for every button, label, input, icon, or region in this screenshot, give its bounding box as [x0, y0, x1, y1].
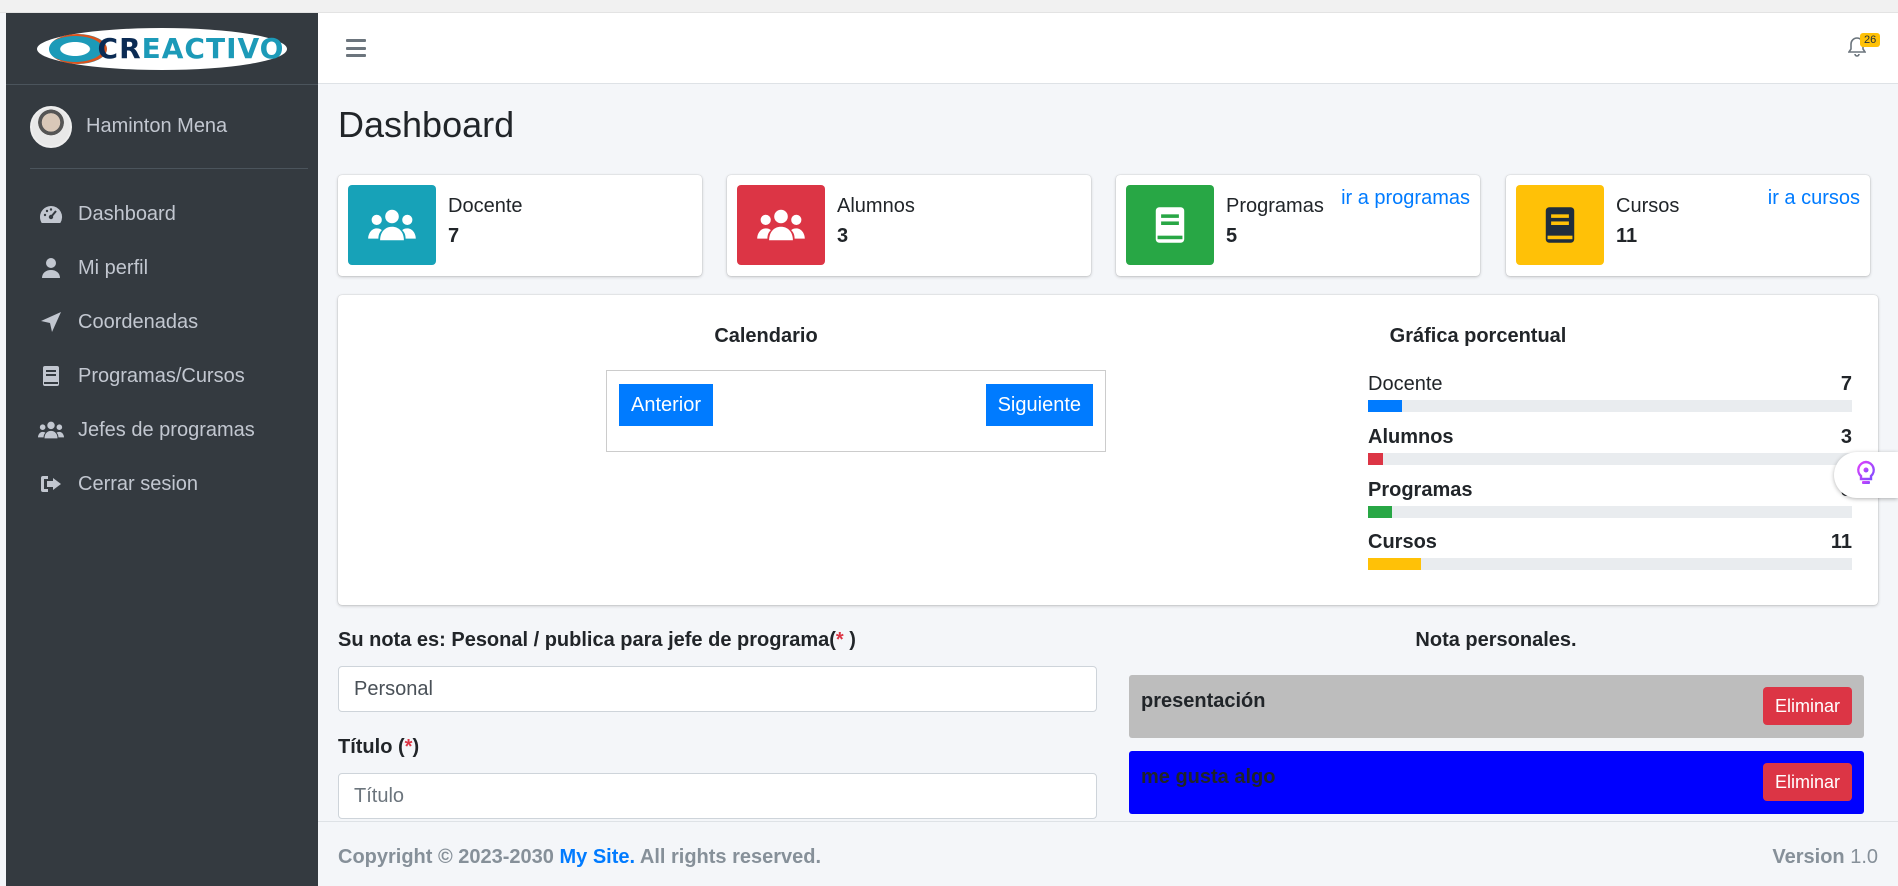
users-icon	[38, 418, 64, 442]
progress-fill	[1368, 506, 1393, 518]
stat-value: 5	[1226, 225, 1238, 247]
graph-row-value: 7	[1840, 373, 1852, 395]
logo-text: CREACTIVO	[97, 32, 285, 65]
progress-fill	[1368, 400, 1402, 412]
graph-row-value: 11	[1830, 531, 1852, 553]
book-icon	[38, 364, 64, 388]
stat-label: Programas	[1226, 195, 1324, 217]
stat-value: 3	[837, 225, 849, 247]
calendar-next-button[interactable]: Siguiente	[985, 384, 1093, 426]
note-title: presentación	[1141, 690, 1266, 712]
user-panel[interactable]: Haminton Mena	[30, 85, 308, 169]
user-name[interactable]: Haminton Mena	[86, 115, 227, 138]
sidebar-item-mi-perfil[interactable]: Mi perfil	[6, 241, 318, 295]
stat-value: 7	[448, 225, 460, 247]
sidebar-item-dashboard[interactable]: Dashboard	[6, 187, 318, 241]
progress-track	[1368, 558, 1852, 570]
ir-a-programas-link[interactable]: ir a programas	[1341, 187, 1470, 210]
note-type-label: Su nota es: Pesonal / publica para jefe …	[338, 629, 856, 651]
assistant-float-button[interactable]	[1834, 452, 1898, 498]
calendar-prev-button[interactable]: Anterior	[619, 384, 714, 426]
top-navbar: 26	[318, 13, 1898, 84]
sidebar-item-jefes-de-programas[interactable]: Jefes de programas	[6, 403, 318, 457]
stat-card-cursos: Cursos 11 ir a cursos	[1506, 175, 1870, 276]
note-type-field[interactable]	[338, 666, 1097, 712]
sidebar-item-label: Jefes de programas	[78, 418, 255, 441]
stat-label: Cursos	[1616, 195, 1680, 217]
note-item: me gusta algo Eliminar	[1129, 751, 1864, 814]
stat-value: 11	[1616, 225, 1638, 247]
site-link[interactable]: My Site.	[559, 846, 635, 868]
delete-note-button[interactable]: Eliminar	[1762, 687, 1852, 725]
notification-badge: 26	[1860, 33, 1881, 47]
book-icon	[1126, 185, 1214, 265]
tachometer-icon	[38, 202, 64, 226]
footer: Copyright © 2023-2030 My Site. All right…	[318, 821, 1898, 886]
calendar-title: Calendario	[714, 325, 818, 347]
sidebar-item-coordenadas[interactable]: Coordenadas	[6, 295, 318, 349]
graph-row-label: Docente	[1368, 373, 1443, 395]
users-icon	[348, 185, 436, 265]
user-icon	[38, 256, 64, 280]
sidebar-nav: Dashboard Mi perfil Coordenadas Programa…	[6, 187, 318, 511]
ir-a-cursos-link[interactable]: ir a cursos	[1768, 187, 1860, 210]
book-icon	[1516, 185, 1604, 265]
graph-title: Gráfica porcentual	[1389, 325, 1567, 347]
avatar	[30, 105, 72, 148]
sidebar-item-label: Mi perfil	[78, 256, 149, 279]
brand-link[interactable]: CREACTIVO	[6, 13, 318, 85]
note-item: presentación Eliminar	[1129, 675, 1864, 738]
sidebar: CREACTIVO Haminton Mena Dashboard Mi per…	[6, 13, 318, 886]
progress-fill	[1368, 558, 1422, 570]
stat-card-programas: Programas 5 ir a programas	[1116, 175, 1480, 276]
calendar-graph-card: Calendario Anterior Siguiente Gráfica po…	[338, 295, 1878, 605]
notes-title: Nota personales.	[1415, 629, 1577, 651]
graph-row-value: 3	[1840, 426, 1852, 448]
sidebar-item-label: Coordenadas	[78, 310, 199, 333]
graph-row-label: Alumnos	[1368, 426, 1454, 448]
progress-track	[1368, 506, 1852, 518]
users-icon	[737, 185, 825, 265]
delete-note-button[interactable]: Eliminar	[1762, 763, 1852, 801]
sidebar-item-label: Programas/Cursos	[78, 364, 245, 387]
browser-top-strip	[0, 0, 1898, 13]
calendar: Anterior Siguiente	[606, 370, 1106, 452]
progress-track	[1368, 453, 1852, 465]
copyright: Copyright © 2023-2030 My Site. All right…	[338, 846, 822, 868]
page-title: Dashboard	[338, 104, 515, 145]
version-info: Version 1.0	[1772, 846, 1878, 868]
menu-toggle-icon[interactable]	[346, 39, 366, 57]
sign-out-icon	[38, 472, 64, 496]
stat-card-alumnos: Alumnos 3	[727, 175, 1091, 276]
stat-label: Alumnos	[837, 195, 915, 217]
sidebar-item-cerrar-sesion[interactable]: Cerrar sesion	[6, 457, 318, 511]
stat-label: Docente	[448, 195, 523, 217]
paper-plane-icon	[38, 310, 64, 334]
sidebar-item-label: Dashboard	[78, 202, 176, 225]
title-label: Título (*)	[338, 736, 420, 758]
progress-fill	[1368, 453, 1383, 465]
sidebar-item-programas-cursos[interactable]: Programas/Cursos	[6, 349, 318, 403]
stat-card-docente: Docente 7	[338, 175, 702, 276]
graph-row-label: Programas	[1368, 479, 1473, 501]
note-title: me gusta algo	[1141, 766, 1276, 788]
sidebar-item-label: Cerrar sesion	[78, 472, 199, 495]
brand-logo: CREACTIVO	[37, 27, 287, 70]
progress-track	[1368, 400, 1852, 412]
lightbulb-icon	[1855, 460, 1877, 491]
graph-row-label: Cursos	[1368, 531, 1437, 553]
title-field[interactable]	[338, 773, 1097, 819]
